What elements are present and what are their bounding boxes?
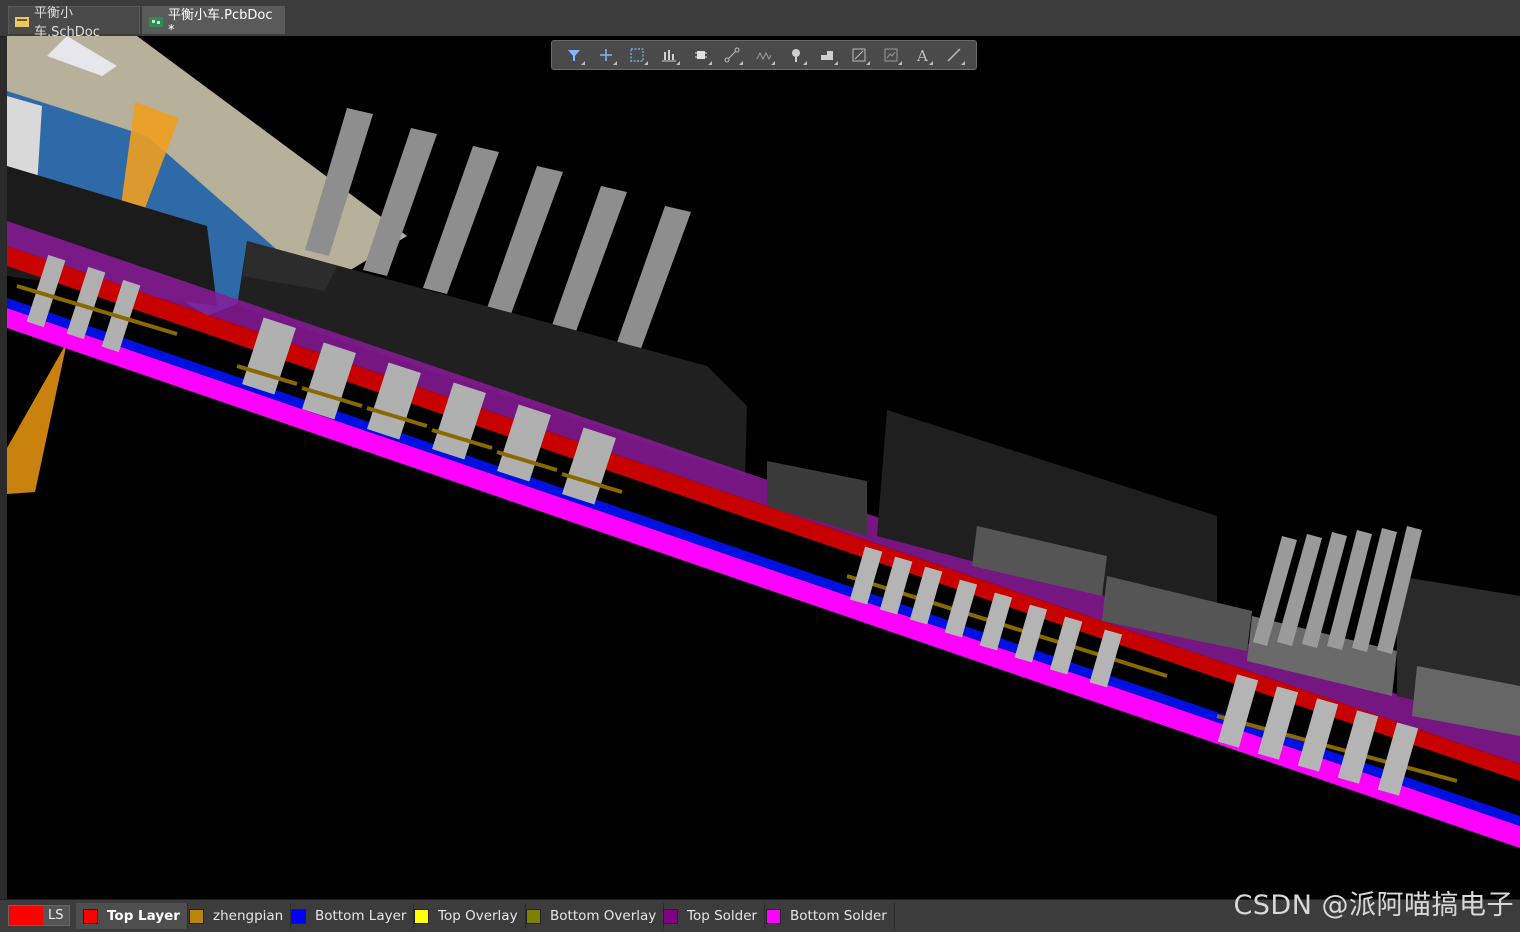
filter-icon[interactable]	[561, 42, 587, 68]
layer-color-swatch	[414, 908, 429, 924]
watermark-text: CSDN @派阿喵搞电子	[1233, 890, 1514, 921]
layer-label: Bottom Solder	[790, 908, 887, 924]
layer-tab-zhengpian[interactable]: zhengpian	[182, 903, 292, 929]
layer-label: Bottom Overlay	[550, 908, 657, 924]
component-icon[interactable]	[688, 42, 714, 68]
region-icon[interactable]	[846, 42, 872, 68]
pcb-active-bar: A	[551, 40, 977, 70]
align-icon[interactable]	[656, 42, 682, 68]
layer-tab-top-solder[interactable]: Top Solder	[656, 903, 766, 929]
layer-label: Top Solder	[687, 908, 758, 924]
pcb-3d-scene	[7, 36, 1520, 848]
layer-color-swatch	[189, 908, 204, 924]
tab-label: 平衡小车.SchDoc	[34, 5, 100, 40]
layer-tab-bottom-overlay[interactable]: Bottom Overlay	[519, 903, 665, 929]
interactive-route-icon[interactable]	[751, 42, 777, 68]
select-rectangle-icon[interactable]	[624, 42, 650, 68]
tab-schdoc[interactable]: 平衡小车.SchDoc	[8, 6, 140, 40]
tab-pcbdoc[interactable]: 平衡小车.PcbDoc *	[142, 6, 285, 38]
document-tab-bar: 平衡小车.SchDoc 平衡小车.PcbDoc *	[0, 0, 1520, 40]
route-icon[interactable]	[719, 42, 745, 68]
schematic-doc-icon	[15, 16, 29, 27]
layer-label: Bottom Layer	[315, 908, 407, 924]
layer-tab-top-overlay[interactable]: Top Overlay	[407, 903, 526, 929]
line-icon[interactable]	[941, 42, 967, 68]
dimension-icon[interactable]	[878, 42, 904, 68]
layer-tab-bottom-solder[interactable]: Bottom Solder	[759, 903, 895, 929]
layer-set-button[interactable]: LS	[8, 905, 70, 926]
layer-color-swatch	[766, 908, 781, 924]
layer-label: Top Layer	[107, 908, 180, 924]
layer-color-swatch	[526, 908, 541, 924]
layer-color-swatch	[83, 908, 98, 924]
tab-label: 平衡小车.PcbDoc *	[168, 7, 273, 38]
pad-via-icon[interactable]	[783, 42, 809, 68]
layer-label: zhengpian	[213, 908, 284, 924]
layer-tab-top-layer[interactable]: Top Layer	[76, 903, 188, 929]
add-icon[interactable]	[593, 42, 619, 68]
layer-color-swatch	[291, 908, 306, 924]
layer-tab-bottom-layer[interactable]: Bottom Layer	[284, 903, 415, 929]
svg-text:A: A	[916, 47, 928, 63]
layer-label: Top Overlay	[438, 908, 518, 924]
polygon-icon[interactable]	[814, 42, 840, 68]
pcb-3d-viewport[interactable]	[7, 36, 1520, 899]
text-icon[interactable]: A	[909, 42, 935, 68]
layer-color-swatch	[663, 908, 678, 924]
layer-set-label: LS	[48, 908, 64, 923]
current-layer-color-swatch	[9, 906, 43, 925]
pcb-doc-icon	[149, 16, 163, 27]
